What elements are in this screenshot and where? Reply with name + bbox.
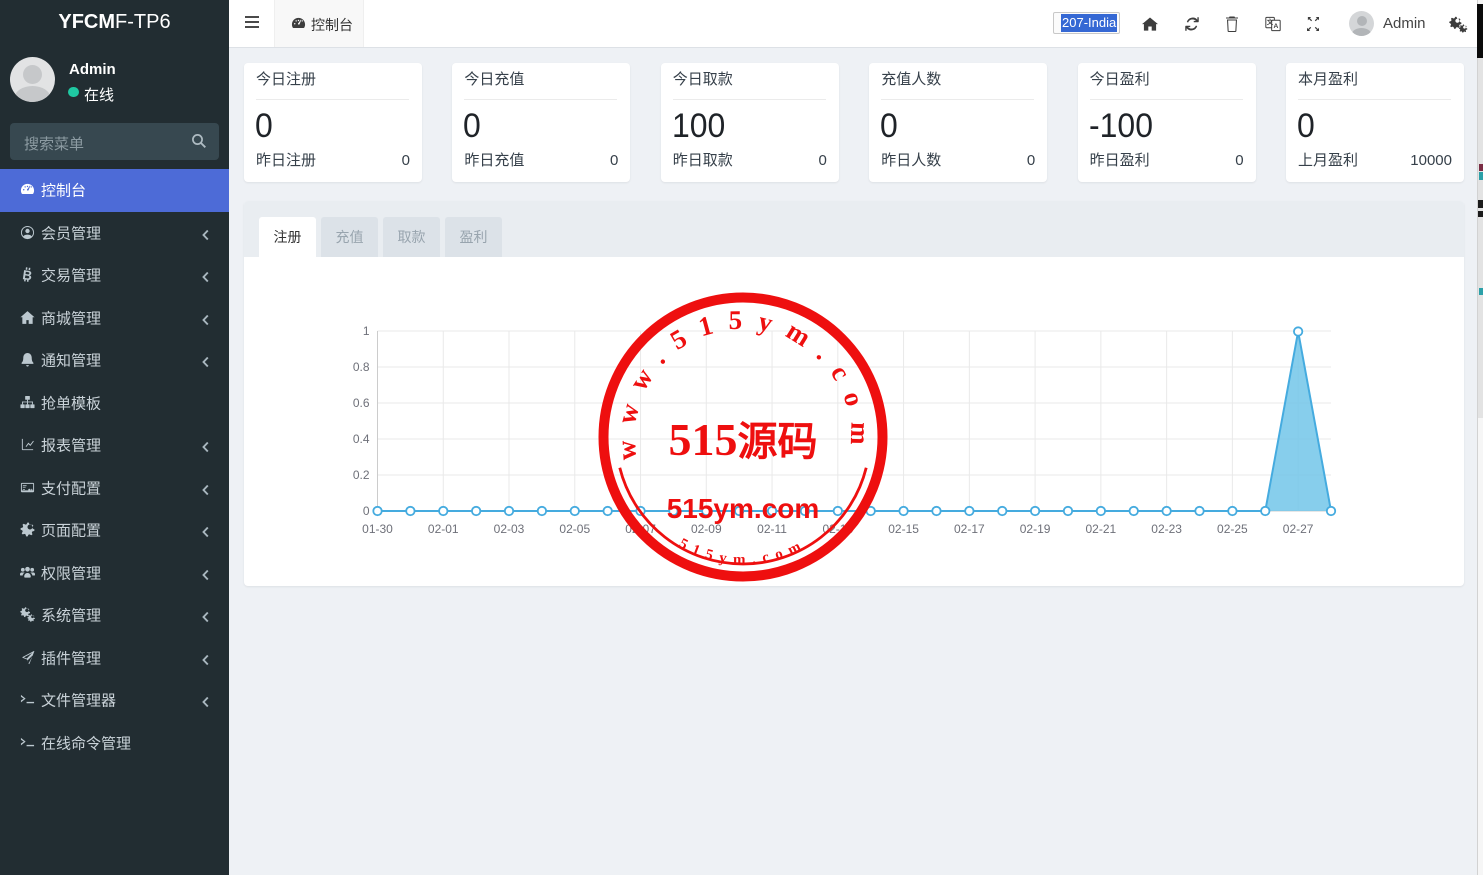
svg-text:515ym.com: 515ym.com bbox=[667, 493, 820, 524]
svg-text:1: 1 bbox=[363, 324, 370, 338]
svg-text:02-27: 02-27 bbox=[1283, 522, 1314, 536]
svg-text:02-25: 02-25 bbox=[1217, 522, 1248, 536]
svg-text:0.6: 0.6 bbox=[353, 396, 370, 410]
svg-text:文: 文 bbox=[1267, 17, 1274, 26]
svg-text:515源码: 515源码 bbox=[669, 414, 818, 465]
svg-text:02-23: 02-23 bbox=[1151, 522, 1182, 536]
svg-text:0.2: 0.2 bbox=[353, 468, 370, 482]
svg-text:02-05: 02-05 bbox=[559, 522, 590, 536]
svg-text:02-03: 02-03 bbox=[494, 522, 525, 536]
svg-text:0.4: 0.4 bbox=[353, 432, 370, 446]
svg-text:02-21: 02-21 bbox=[1086, 522, 1117, 536]
svg-text:0.8: 0.8 bbox=[353, 360, 370, 374]
svg-text:0: 0 bbox=[363, 504, 370, 518]
svg-text:A: A bbox=[1274, 22, 1279, 29]
svg-text:02-01: 02-01 bbox=[428, 522, 459, 536]
svg-text:01-30: 01-30 bbox=[362, 522, 393, 536]
svg-text:02-17: 02-17 bbox=[954, 522, 985, 536]
svg-text:02-19: 02-19 bbox=[1020, 522, 1051, 536]
